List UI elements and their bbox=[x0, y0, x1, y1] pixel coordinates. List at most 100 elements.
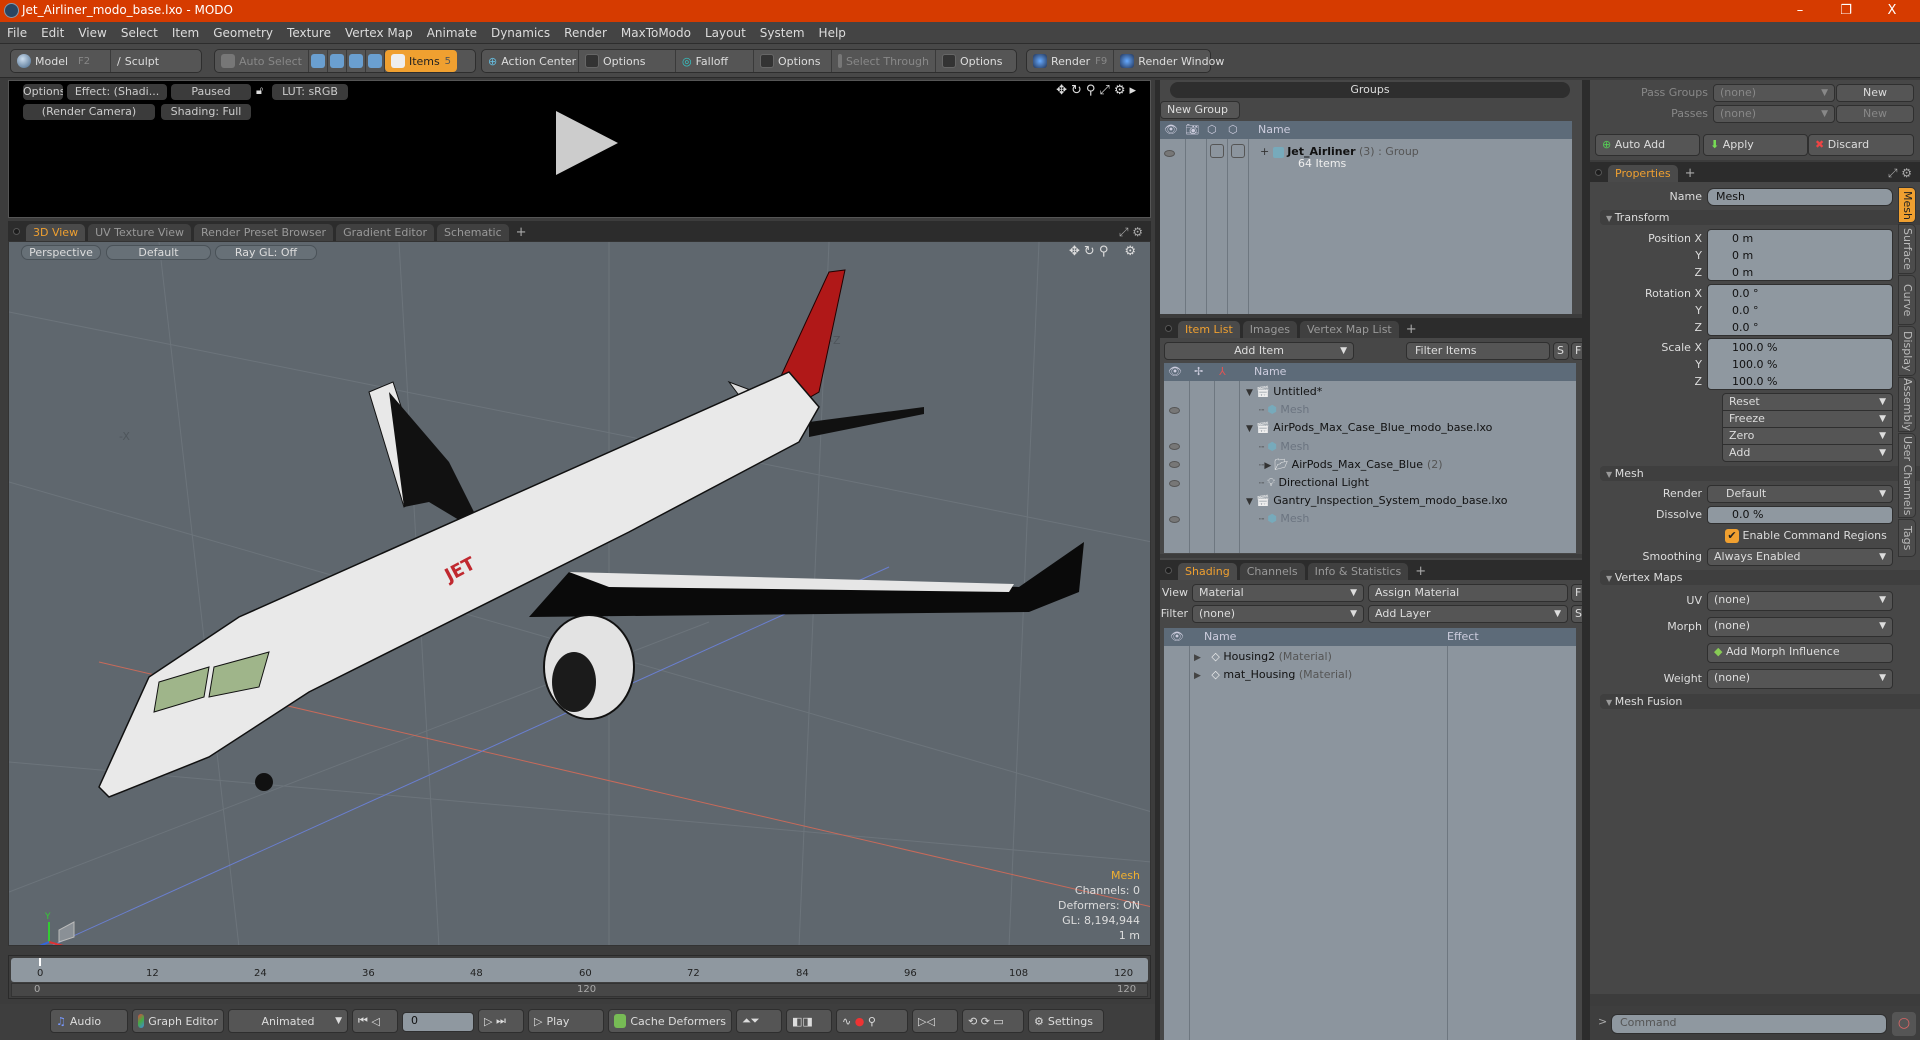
menu-vertex-map[interactable]: Vertex Map bbox=[338, 22, 420, 44]
assign-material-button[interactable]: Assign Material bbox=[1368, 584, 1568, 602]
menu-geometry[interactable]: Geometry bbox=[206, 22, 280, 44]
action-center-button[interactable]: ⊕ Action Center bbox=[482, 50, 579, 72]
item-list-row[interactable]: ┈ ⬢ Mesh bbox=[1259, 401, 1309, 419]
falloff-options-button[interactable]: Options bbox=[754, 50, 832, 72]
gear-icon[interactable]: ⚙ bbox=[1132, 225, 1143, 239]
select-column-icon[interactable]: ⬡ bbox=[1228, 121, 1238, 139]
shader-row-mat-housing[interactable]: ▶ ◇ mat_Housing (Material) bbox=[1194, 666, 1352, 684]
add-layer-dropdown[interactable]: Add Layer ▼ bbox=[1368, 605, 1568, 623]
preview-paused-button[interactable]: Paused bbox=[171, 84, 251, 100]
uv-dropdown[interactable]: (none) ▼ bbox=[1707, 591, 1893, 611]
frame-input[interactable]: 0 bbox=[402, 1012, 474, 1032]
play-button[interactable]: ▷ Play bbox=[528, 1009, 604, 1033]
key-tools-4[interactable]: ⟲ ⟳ ▭ bbox=[962, 1009, 1024, 1033]
render-preview[interactable]: Options Effect: (Shadi... Paused 🔓︎ LUT:… bbox=[8, 80, 1151, 218]
rotation-z-input[interactable]: 0.0 ° bbox=[1732, 319, 1884, 336]
item-list-row[interactable]: ▼ 🎬︎ AirPods_Max_Case_Blue_modo_base.lxo bbox=[1246, 419, 1492, 437]
menu-texture[interactable]: Texture bbox=[280, 22, 338, 44]
scale-z-input[interactable]: 100.0 % bbox=[1732, 373, 1884, 390]
graph-editor-button[interactable]: Graph Editor bbox=[132, 1009, 224, 1033]
preview-options-button[interactable]: Options bbox=[23, 84, 63, 100]
rotate-icon[interactable]: ↻ bbox=[1071, 83, 1086, 98]
rotation-x-input[interactable]: 0.0 ° bbox=[1732, 285, 1884, 302]
passes-dropdown[interactable]: (none) ▼ bbox=[1713, 105, 1835, 123]
side-tab-curve[interactable]: Curve bbox=[1898, 275, 1916, 325]
tab-gradient-editor[interactable]: Gradient Editor bbox=[336, 224, 434, 241]
item-list-row[interactable]: ┈▶ 📂︎ AirPods_Max_Case_Blue (2) bbox=[1259, 456, 1443, 474]
tab-vertex-map-list[interactable]: Vertex Map List bbox=[1299, 321, 1399, 338]
collapse-arrow-icon[interactable]: ▼ bbox=[1246, 497, 1256, 507]
lock-column-icon[interactable]: ⬡ bbox=[1207, 121, 1217, 139]
visibility-eye-icon[interactable] bbox=[1169, 401, 1180, 419]
name-input[interactable]: Mesh bbox=[1707, 188, 1893, 206]
auto-add-button[interactable]: ⊕ Auto Add bbox=[1595, 134, 1700, 156]
zoom-icon[interactable]: ⚲ bbox=[1099, 244, 1113, 259]
maximize-icon[interactable]: ⤢ bbox=[1119, 225, 1132, 239]
panel-divider[interactable] bbox=[1582, 80, 1590, 1040]
scale-x-input[interactable]: 100.0 % bbox=[1732, 339, 1884, 356]
play-preview-icon[interactable] bbox=[556, 111, 618, 175]
materials-mode-button[interactable] bbox=[366, 50, 385, 72]
tab-properties[interactable]: Properties bbox=[1608, 165, 1678, 182]
command-input[interactable]: Command bbox=[1611, 1014, 1887, 1034]
menu-file[interactable]: File bbox=[0, 22, 34, 44]
smoothing-dropdown[interactable]: Always Enabled ▼ bbox=[1707, 548, 1893, 566]
menu-animate[interactable]: Animate bbox=[420, 22, 484, 44]
expand-arrow-icon[interactable]: ▸ bbox=[1129, 83, 1140, 98]
menu-help[interactable]: Help bbox=[812, 22, 853, 44]
menu-edit[interactable]: Edit bbox=[34, 22, 71, 44]
zoom-icon[interactable]: ⚲ bbox=[1086, 83, 1100, 98]
playhead[interactable] bbox=[39, 958, 41, 966]
select-through-button[interactable]: Select Through bbox=[832, 50, 936, 72]
audio-button[interactable]: ♫ Audio bbox=[50, 1009, 128, 1033]
minimize-button[interactable]: – bbox=[1780, 1, 1820, 21]
key-tools-1[interactable]: ⏶⏷ bbox=[736, 1009, 782, 1033]
tab-item-list[interactable]: Item List bbox=[1178, 321, 1240, 338]
axis-column-icon[interactable]: ⅄ bbox=[1219, 363, 1226, 381]
tab-info-statistics[interactable]: Info & Statistics bbox=[1307, 563, 1409, 580]
mesh-fusion-section-header[interactable]: ▼ Mesh Fusion bbox=[1600, 694, 1920, 709]
side-tab-user-channels[interactable]: User Channels bbox=[1898, 433, 1916, 518]
item-list-row[interactable]: ┈ 💡︎ Directional Light bbox=[1259, 474, 1369, 492]
pan-icon[interactable]: ✥ bbox=[1069, 244, 1084, 259]
lock-checkbox[interactable] bbox=[1210, 144, 1224, 158]
key-tools-3[interactable]: ▷◁ bbox=[912, 1009, 958, 1033]
collapse-arrow-icon[interactable]: ▼ bbox=[1246, 424, 1256, 434]
shading-style-dropdown[interactable]: Default bbox=[106, 245, 211, 260]
discard-button[interactable]: ✖ Discard bbox=[1808, 134, 1914, 156]
menu-render[interactable]: Render bbox=[557, 22, 614, 44]
menu-item[interactable]: Item bbox=[165, 22, 206, 44]
range-bar[interactable]: 0 120 120 bbox=[11, 983, 1148, 997]
new-group-button[interactable]: New Group bbox=[1160, 101, 1240, 119]
side-tab-surface[interactable]: Surface bbox=[1898, 224, 1916, 274]
add-tab-button[interactable]: + bbox=[1681, 165, 1700, 182]
side-tab-assembly[interactable]: Assembly bbox=[1898, 377, 1916, 432]
filter-s-button[interactable]: S bbox=[1553, 342, 1569, 360]
render-window-button[interactable]: Render Window bbox=[1114, 50, 1230, 72]
position-z-input[interactable]: 0 m bbox=[1732, 264, 1884, 281]
goto-end-icon[interactable]: ⏭ bbox=[496, 1014, 506, 1028]
vertex-maps-section-header[interactable]: ▼ Vertex Maps bbox=[1600, 570, 1920, 585]
add-morph-influence-button[interactable]: ◆ Add Morph Influence bbox=[1707, 643, 1893, 663]
dissolve-input[interactable]: 0.0 % bbox=[1707, 506, 1893, 524]
maximize-icon[interactable]: ⤢ bbox=[1099, 83, 1113, 98]
transform-column-icon[interactable]: ✢ bbox=[1194, 363, 1203, 381]
enable-command-regions-row[interactable]: ✔ Enable Command Regions bbox=[1707, 527, 1893, 545]
tab-schematic[interactable]: Schematic bbox=[437, 224, 509, 241]
tab-render-preset-browser[interactable]: Render Preset Browser bbox=[194, 224, 334, 241]
timeline-settings-button[interactable]: ⚙ Settings bbox=[1028, 1009, 1104, 1033]
prev-key-icon[interactable]: ◁ bbox=[371, 1015, 379, 1028]
preview-lut-dropdown[interactable]: LUT: sRGB bbox=[272, 84, 348, 100]
filter-dropdown[interactable]: (none) ▼ bbox=[1192, 605, 1364, 623]
record-macro-button[interactable]: ○ bbox=[1892, 1012, 1916, 1036]
gear-icon[interactable]: ⚙ bbox=[1901, 166, 1912, 180]
next-key-icon[interactable]: ▷ bbox=[484, 1015, 492, 1028]
visibility-eye-icon[interactable] bbox=[1169, 456, 1180, 474]
reset-dropdown[interactable]: Reset ▼ bbox=[1722, 393, 1893, 411]
lock-icon[interactable]: 🔓︎ bbox=[256, 84, 268, 100]
item-list-row[interactable]: ┈ ⬢ Mesh bbox=[1259, 438, 1309, 456]
item-list-row[interactable]: ▼ 🎬︎ Gantry_Inspection_System_modo_base.… bbox=[1246, 492, 1508, 510]
render-dropdown[interactable]: Default ▼ bbox=[1707, 485, 1893, 503]
expand-arrow-icon[interactable]: ▶ bbox=[1194, 671, 1201, 681]
select-checkbox[interactable] bbox=[1231, 144, 1245, 158]
